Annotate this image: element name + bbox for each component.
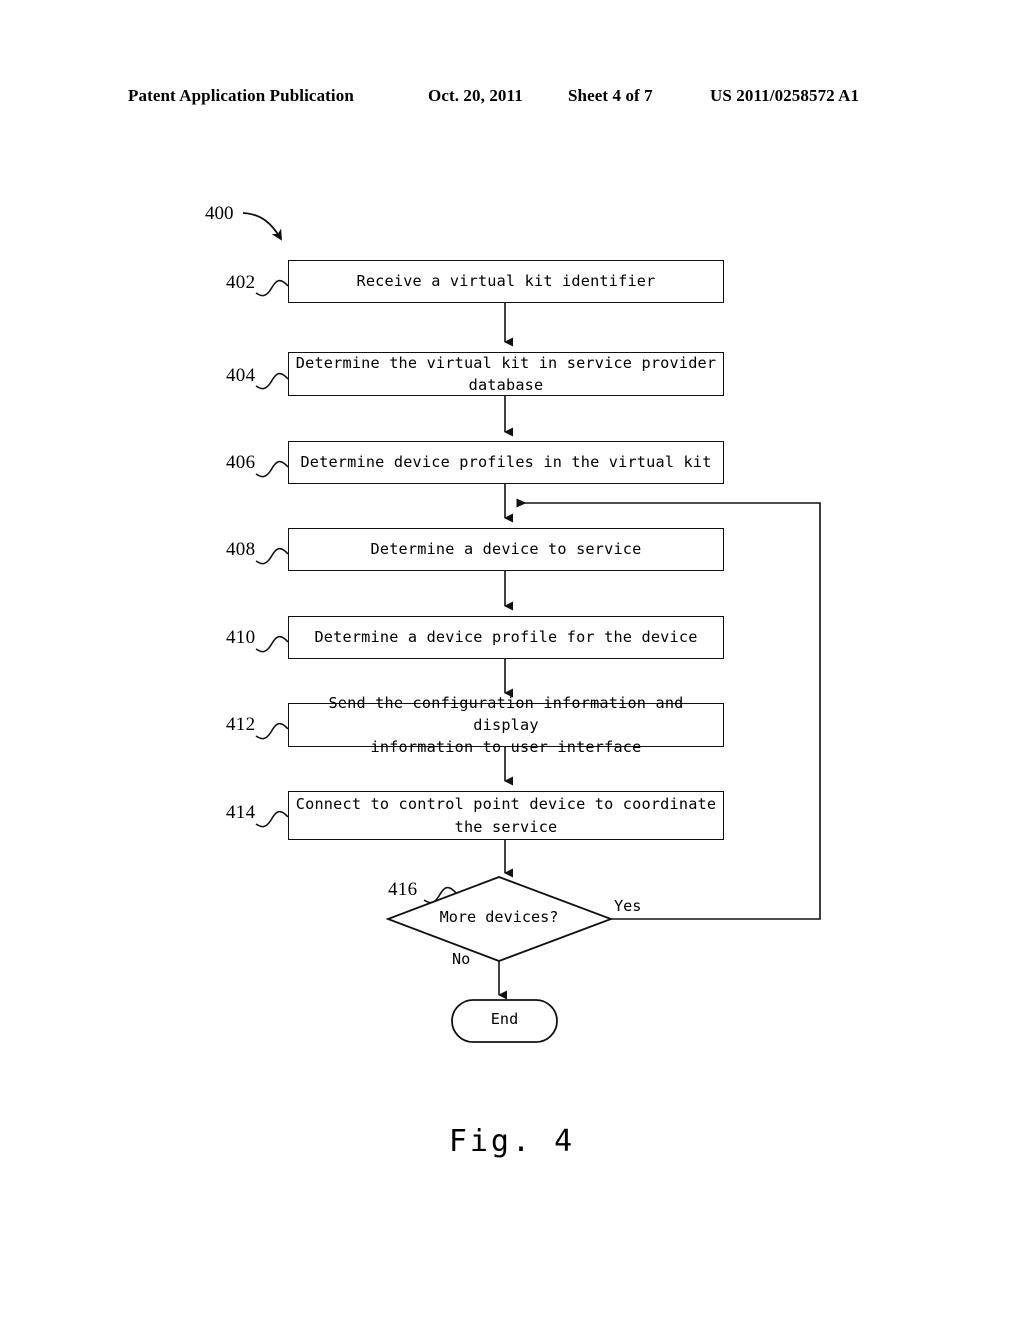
leader-412: [255, 722, 289, 740]
leader-402: [255, 279, 289, 297]
terminal-end-label: End: [490, 1010, 519, 1028]
decision-diamond-label: More devices?: [439, 908, 559, 926]
process-box-408: Determine a device to service: [288, 528, 724, 571]
figure-id-label: 400: [205, 203, 234, 224]
process-box-404-label: Determine the virtual kit in service pro…: [295, 353, 717, 394]
process-box-406-label: Determine device profiles in the virtual…: [300, 453, 712, 472]
figure-id-leader-arrow: [242, 212, 283, 241]
process-box-404: Determine the virtual kit in service pro…: [288, 352, 724, 396]
ref-numeral-416: 416: [388, 879, 418, 900]
ref-numeral-406: 406: [226, 452, 256, 473]
ref-numeral-412: 412: [226, 714, 256, 735]
leader-408: [255, 547, 289, 565]
process-box-406: Determine device profiles in the virtual…: [288, 441, 724, 484]
leader-404: [255, 372, 289, 390]
process-box-414-label: Connect to control point device to coord…: [295, 795, 717, 836]
ref-numeral-410: 410: [226, 627, 256, 648]
figure-caption: Fig. 4: [448, 1124, 576, 1159]
process-box-408-label: Determine a device to service: [370, 540, 642, 559]
branch-label-yes: Yes: [614, 897, 642, 915]
branch-label-no: No: [452, 950, 471, 968]
leader-414: [255, 810, 289, 828]
leader-410: [255, 635, 289, 653]
process-box-402: Receive a virtual kit identifier: [288, 260, 724, 303]
process-box-412-label: Send the configuration information and d…: [328, 693, 684, 757]
process-box-414: Connect to control point device to coord…: [288, 791, 724, 840]
ref-numeral-408: 408: [226, 539, 256, 560]
process-box-410-label: Determine a device profile for the devic…: [314, 628, 698, 647]
process-box-410: Determine a device profile for the devic…: [288, 616, 724, 659]
ref-numeral-414: 414: [226, 802, 256, 823]
process-box-402-label: Receive a virtual kit identifier: [356, 272, 656, 291]
ref-numeral-404: 404: [226, 365, 256, 386]
leader-406: [255, 460, 289, 478]
ref-numeral-402: 402: [226, 272, 256, 293]
flowchart-drawing-canvas: [242, 212, 821, 1043]
process-box-412: Send the configuration information and d…: [288, 694, 724, 756]
